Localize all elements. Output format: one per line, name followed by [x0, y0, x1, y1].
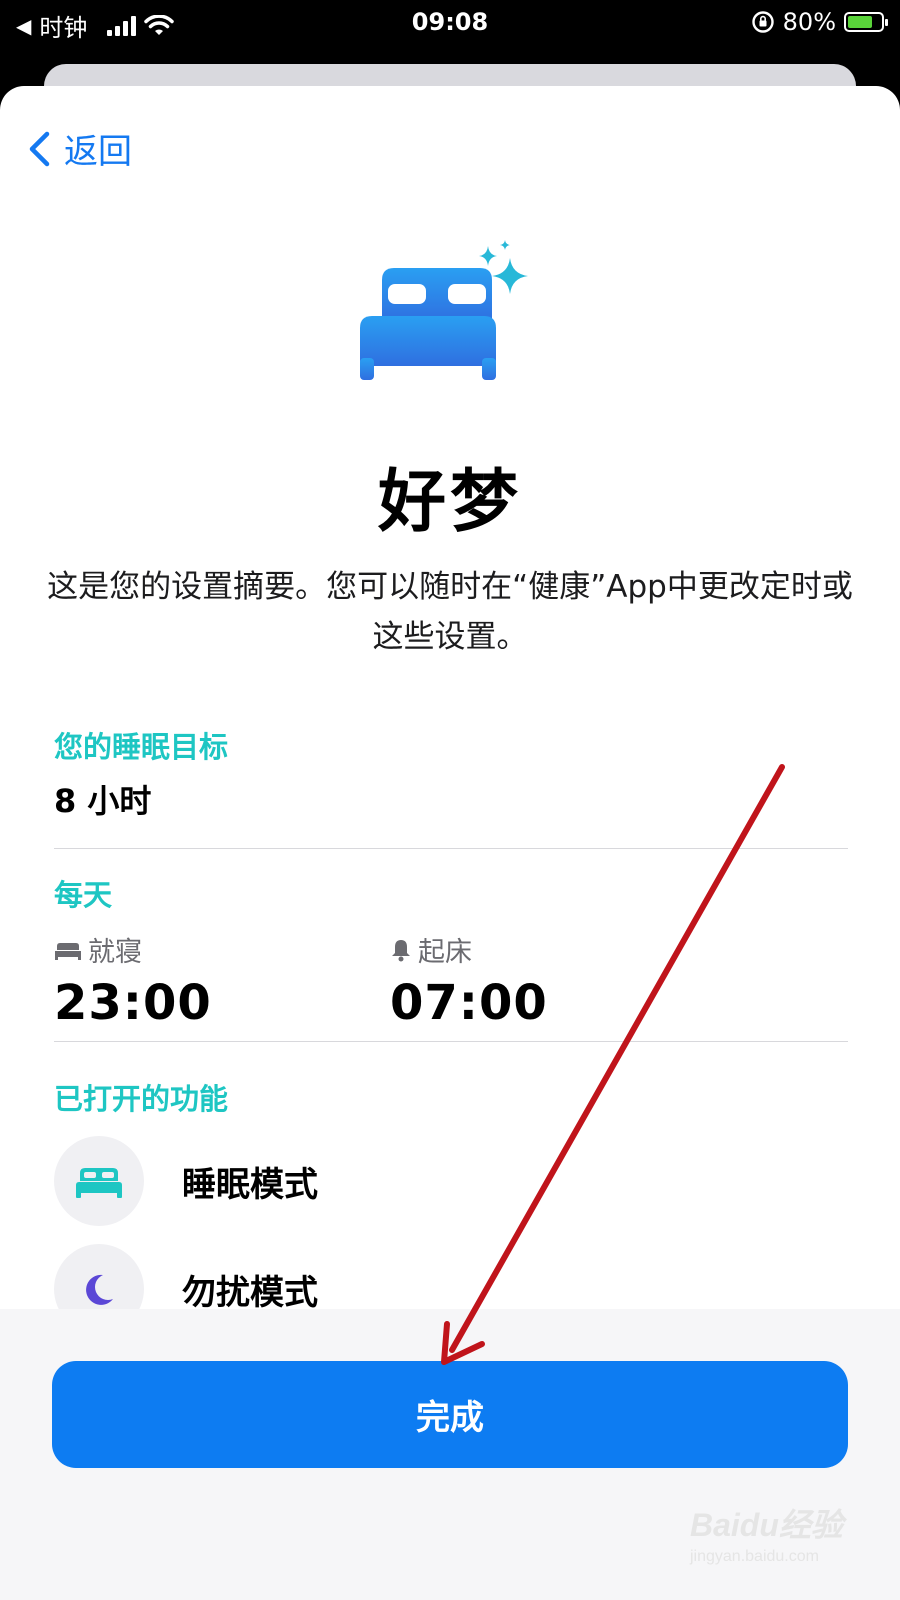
- features-label: 已打开的功能: [54, 1082, 229, 1116]
- summary-description: 这是您的设置摘要。您可以随时在“健康”App中更改定时或这些设置。: [47, 569, 853, 655]
- feature-label: 睡眠模式: [182, 1164, 318, 1205]
- schedule-label: 每天: [54, 878, 113, 912]
- chevron-left-icon: [29, 131, 50, 166]
- bed-icon: [55, 942, 81, 960]
- moon-icon: [86, 1274, 113, 1305]
- bed-sparkles-icon: [360, 240, 528, 380]
- status-bar: ◀ 时钟 09:08 80%: [0, 0, 900, 46]
- bedtime-label: 就寝: [88, 937, 142, 968]
- battery-level: [848, 16, 872, 28]
- sleep-goal-label: 您的睡眠目标: [54, 730, 229, 764]
- sleep-goal-value: 8 小时: [54, 782, 152, 820]
- wakeup-label: 起床: [418, 937, 472, 968]
- bedtime: 就寝 23:00: [54, 930, 390, 1031]
- watermark-url: jingyan.baidu.com: [690, 1548, 819, 1565]
- watermark-brand: Baidu经验: [690, 1507, 843, 1543]
- bell-icon: [392, 939, 410, 961]
- features-section: 已打开的功能 睡眠模式 勿扰模式: [54, 1076, 848, 1336]
- sleep-goal-section: 您的睡眠目标 8 小时: [54, 724, 848, 822]
- wakeup-value: 07:00: [390, 975, 548, 1031]
- page-title: 好梦: [377, 463, 522, 542]
- battery-percent: 80%: [782, 8, 836, 36]
- wakeup: 起床 07:00: [390, 930, 726, 1031]
- done-button[interactable]: 完成: [52, 1361, 848, 1468]
- bedtime-value: 23:00: [54, 975, 212, 1031]
- divider: [54, 1041, 848, 1042]
- back-button[interactable]: 返回: [28, 124, 132, 173]
- divider: [54, 848, 848, 849]
- schedule-section: 每天 就寝 23:00 起床 07:00: [54, 872, 848, 1031]
- battery-icon: [844, 12, 888, 32]
- sleep-setup-summary-sheet: 返回 好梦 这是您的设置摘要。您可以随时在“健康”App中更改定时或这些设置。 …: [0, 86, 900, 1600]
- feature-item-sleep-mode: 睡眠模式: [54, 1134, 848, 1228]
- feature-label: 勿扰模式: [182, 1272, 318, 1313]
- back-label: 返回: [64, 132, 132, 172]
- baidu-watermark: Baidu经验 jingyan.baidu.com: [690, 1500, 880, 1566]
- orientation-lock-icon: [751, 11, 774, 33]
- bed-icon: [76, 1168, 122, 1198]
